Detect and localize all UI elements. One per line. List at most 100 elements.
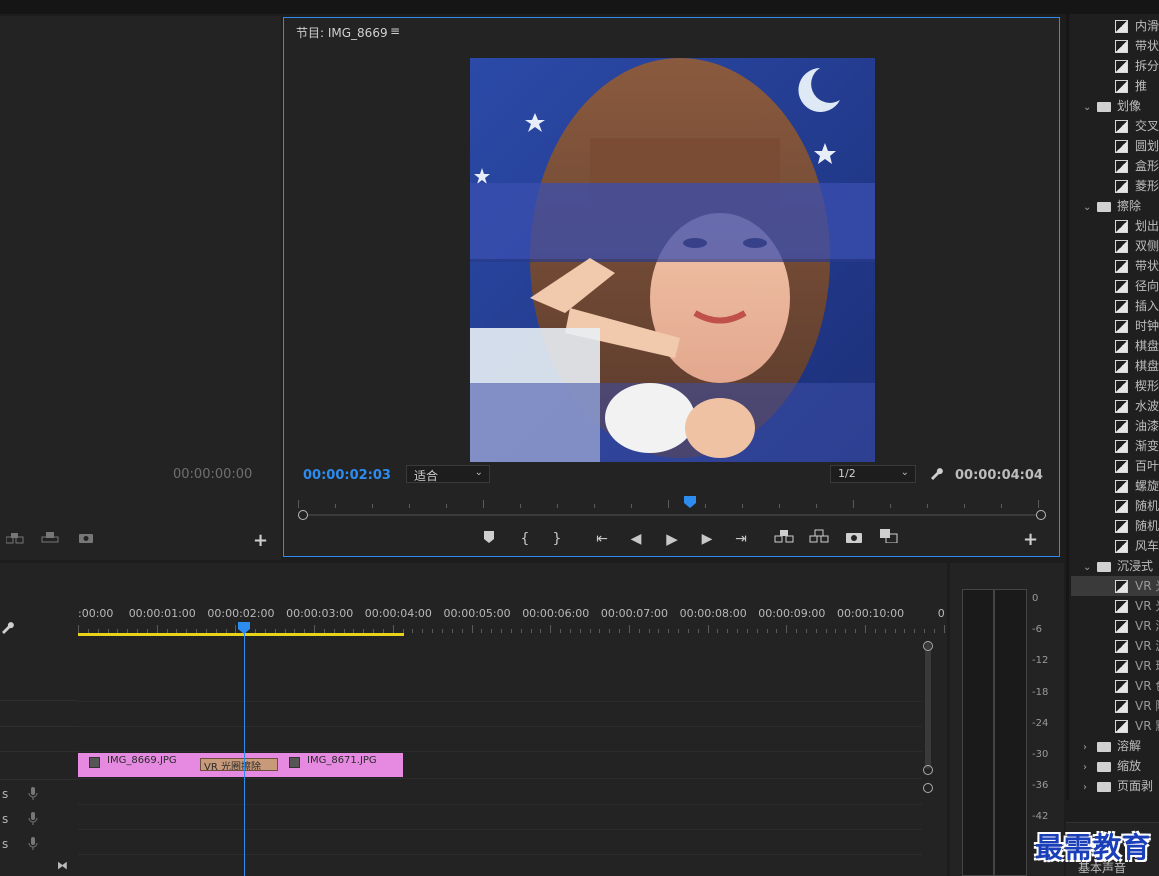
export-frame-camera-icon[interactable]	[844, 529, 864, 549]
db-label: -6	[1032, 624, 1042, 636]
wrench-icon[interactable]	[929, 466, 943, 480]
monitor-ruler[interactable]	[298, 496, 1046, 508]
effects-item[interactable]: VR 色	[1071, 676, 1159, 696]
effects-item[interactable]: VR 默	[1071, 716, 1159, 736]
timeline-vertical-scrollbar[interactable]	[923, 637, 933, 876]
mic-icon[interactable]	[28, 837, 38, 851]
timeline-wrench-icon[interactable]	[0, 620, 14, 634]
effects-item[interactable]: 时钟	[1071, 316, 1159, 336]
effects-item[interactable]: 随机	[1071, 516, 1159, 536]
effects-item[interactable]: 百叶	[1071, 456, 1159, 476]
effects-item[interactable]: 拆分	[1071, 56, 1159, 76]
effects-label: 推	[1135, 79, 1148, 93]
audio-track-solo-a2[interactable]: S	[2, 812, 8, 826]
step-back-icon[interactable]: ◀︎	[626, 529, 646, 549]
effects-item[interactable]: VR 球	[1071, 656, 1159, 676]
current-timecode[interactable]: 00:00:02:03	[303, 468, 391, 483]
effects-folder[interactable]: › 页面剥	[1071, 776, 1159, 796]
effects-folder[interactable]: › 溶解	[1071, 736, 1159, 756]
panel-menu-icon[interactable]: ≡	[390, 24, 400, 38]
effects-item[interactable]: 随机	[1071, 496, 1159, 516]
step-forward-icon[interactable]: ▶︎	[697, 529, 717, 549]
source-overwrite-icon[interactable]	[41, 531, 59, 543]
audio-track-solo-a3[interactable]: S	[2, 837, 8, 851]
monitor-scroll-bar[interactable]	[298, 510, 1046, 520]
play-icon[interactable]: ▶︎	[662, 529, 682, 549]
effects-item[interactable]: VR 随	[1071, 696, 1159, 716]
lift-icon[interactable]	[774, 529, 794, 549]
effects-folder[interactable]: ⌄ 沉浸式	[1071, 556, 1159, 576]
effects-item[interactable]: VR 光	[1071, 576, 1159, 596]
db-label: -42	[1032, 811, 1049, 823]
effects-item[interactable]: VR 渐	[1071, 616, 1159, 636]
mic-icon[interactable]	[28, 787, 38, 801]
mark-in-icon[interactable]: {	[515, 529, 535, 549]
master-track-icon[interactable]: ⧓	[57, 859, 68, 872]
effects-item[interactable]: 棋盘	[1071, 356, 1159, 376]
source-camera-icon[interactable]	[79, 532, 93, 543]
timeline-playhead-head[interactable]	[238, 622, 250, 634]
comparison-view-icon[interactable]	[879, 529, 899, 549]
program-add-button[interactable]: +	[1023, 529, 1038, 550]
timeline-playhead-line[interactable]	[244, 629, 245, 876]
effects-item[interactable]: VR 漏	[1071, 636, 1159, 656]
go-to-out-icon[interactable]: ⇥	[731, 529, 751, 549]
chevron-right-icon[interactable]: ›	[1083, 778, 1097, 798]
monitor-playhead[interactable]	[684, 496, 696, 508]
go-to-in-icon[interactable]: ⇤	[592, 529, 612, 549]
effects-folder[interactable]: › 缩放	[1071, 756, 1159, 776]
effects-label: 时钟	[1135, 319, 1159, 333]
effects-item[interactable]: 带状	[1071, 256, 1159, 276]
chevron-down-icon[interactable]: ⌄	[1083, 558, 1097, 578]
effects-label: 内滑	[1135, 19, 1159, 33]
effects-item[interactable]: VR 光	[1071, 596, 1159, 616]
video-image	[470, 58, 875, 462]
effects-label: VR 光	[1135, 599, 1159, 613]
ruler-label: 00:00:10:00	[837, 607, 905, 620]
effects-item[interactable]: 圆划	[1071, 136, 1159, 156]
effects-label: 溶解	[1117, 739, 1142, 753]
mark-out-icon[interactable]: }	[547, 529, 567, 549]
effects-item[interactable]: 盒形	[1071, 156, 1159, 176]
effects-item[interactable]: 菱形	[1071, 176, 1159, 196]
effects-folder[interactable]: ⌄ 擦除	[1071, 196, 1159, 216]
effects-item[interactable]: 渐变	[1071, 436, 1159, 456]
mic-icon[interactable]	[28, 812, 38, 826]
transition-icon	[1115, 460, 1128, 473]
transition-icon	[1115, 580, 1128, 593]
timeline-ruler[interactable]: :00:00 00:00:01:00 00:00:02:00 00:00:03:00 0…	[78, 607, 945, 635]
effects-item[interactable]: 棋盘	[1071, 336, 1159, 356]
effects-folder[interactable]: ⌄ 划像	[1071, 96, 1159, 116]
effects-item[interactable]: 水波	[1071, 396, 1159, 416]
transition-vr-iris-wipe[interactable]: VR 光圈擦除	[200, 758, 278, 771]
effects-item[interactable]: 划出	[1071, 216, 1159, 236]
chevron-right-icon[interactable]: ›	[1083, 738, 1097, 758]
add-marker-icon[interactable]	[479, 529, 499, 549]
effects-item[interactable]: 螺旋	[1071, 476, 1159, 496]
effects-label: 风车	[1135, 539, 1159, 553]
effects-item[interactable]: 油漆	[1071, 416, 1159, 436]
transition-icon	[1115, 400, 1128, 413]
effects-item[interactable]: 带状	[1071, 36, 1159, 56]
resolution-dropdown[interactable]: 1/2 ⌄	[830, 465, 916, 483]
effects-tree: 内滑 带状 拆分推 ⌄ 划像 交叉 圆划 盒形 菱形 ⌄ 擦除 划出 双侧 带状 径向 插入 时钟 棋盘 棋盘 楔形水…	[1071, 14, 1159, 800]
effects-item[interactable]: 推	[1071, 76, 1159, 96]
chevron-down-icon[interactable]: ⌄	[1083, 98, 1097, 118]
effects-item[interactable]: 楔形	[1071, 376, 1159, 396]
effects-item[interactable]: 插入	[1071, 296, 1159, 316]
fit-dropdown[interactable]: 适合 ⌄	[406, 465, 490, 483]
folder-icon	[1097, 561, 1111, 572]
extract-icon[interactable]	[809, 529, 829, 549]
effects-item[interactable]: 内滑	[1071, 16, 1159, 36]
effects-label: 随机	[1135, 499, 1159, 513]
chevron-right-icon[interactable]: ›	[1083, 758, 1097, 778]
chevron-down-icon[interactable]: ⌄	[1083, 198, 1097, 218]
effects-item[interactable]: 风车	[1071, 536, 1159, 556]
source-insert-icon[interactable]	[5, 532, 24, 544]
effects-item[interactable]: 双侧	[1071, 236, 1159, 256]
effects-item[interactable]: 交叉	[1071, 116, 1159, 136]
source-add-button[interactable]: +	[253, 530, 268, 551]
audio-track-solo-a1[interactable]: S	[2, 787, 8, 801]
effects-item[interactable]: 径向	[1071, 276, 1159, 296]
ruler-label: 00:00:02:00	[207, 607, 275, 620]
